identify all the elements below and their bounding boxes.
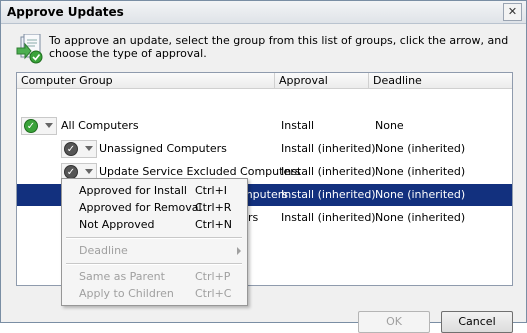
inherited-check-icon: ✓ (64, 165, 78, 179)
approval-context-menu: Approved for Install Ctrl+I Approved for… (61, 178, 248, 306)
group-name: Update Service Excluded Computers (99, 165, 301, 178)
approval-value: Install (inherited) (281, 165, 376, 178)
approve-updates-dialog: Approve Updates ✕ To approve an update, … (0, 0, 527, 333)
chevron-down-icon (85, 169, 93, 174)
approval-value: Install (inherited) (281, 142, 376, 155)
chevron-down-icon (45, 123, 53, 128)
menu-item-approved-for-install[interactable]: Approved for Install Ctrl+I (62, 182, 247, 199)
menu-item-apply-to-children[interactable]: Apply to Children Ctrl+C (62, 285, 247, 302)
group-name: Unassigned Computers (99, 142, 227, 155)
group-name: rs (248, 211, 259, 224)
table-row[interactable]: ✓ Unassigned Computers Install (inherite… (17, 138, 512, 160)
approve-updates-icon (16, 34, 43, 64)
deadline-value: None (inherited) (375, 142, 466, 155)
menu-item-approved-for-removal[interactable]: Approved for Removal Ctrl+R (62, 199, 247, 216)
column-header-computer-group[interactable]: Computer Group (17, 73, 275, 89)
approval-dropdown[interactable]: ✓ (61, 140, 97, 158)
close-button[interactable]: ✕ (503, 3, 522, 21)
deadline-value: None (inherited) (375, 188, 466, 201)
menu-separator (66, 263, 242, 265)
approved-check-icon: ✓ (24, 119, 38, 133)
instructions-text: To approve an update, select the group f… (49, 34, 509, 60)
approval-value: Install (281, 119, 315, 132)
menu-item-same-as-parent[interactable]: Same as Parent Ctrl+P (62, 268, 247, 285)
column-header-deadline[interactable]: Deadline (369, 73, 512, 89)
cancel-button[interactable]: Cancel (441, 311, 513, 333)
menu-item-deadline[interactable]: Deadline (62, 242, 247, 259)
menu-item-not-approved[interactable]: Not Approved Ctrl+N (62, 216, 247, 233)
approval-dropdown[interactable]: ✓ (21, 117, 57, 135)
table-row[interactable]: ✓ All Computers Install None (17, 115, 512, 137)
approval-value: Install (inherited) (281, 188, 376, 201)
submenu-arrow-icon (237, 247, 241, 255)
deadline-value: None (inherited) (375, 211, 466, 224)
deadline-value: None (375, 119, 404, 132)
title-bar: Approve Updates ✕ (1, 1, 526, 24)
deadline-value: None (inherited) (375, 165, 466, 178)
approval-value: Install (inherited) (281, 211, 376, 224)
ok-button[interactable]: OK (358, 311, 430, 333)
group-name: All Computers (61, 119, 139, 132)
column-header-approval[interactable]: Approval (275, 73, 369, 89)
chevron-down-icon (85, 146, 93, 151)
menu-separator (66, 237, 242, 239)
inherited-check-icon: ✓ (64, 142, 78, 156)
dialog-title: Approve Updates (7, 5, 124, 19)
